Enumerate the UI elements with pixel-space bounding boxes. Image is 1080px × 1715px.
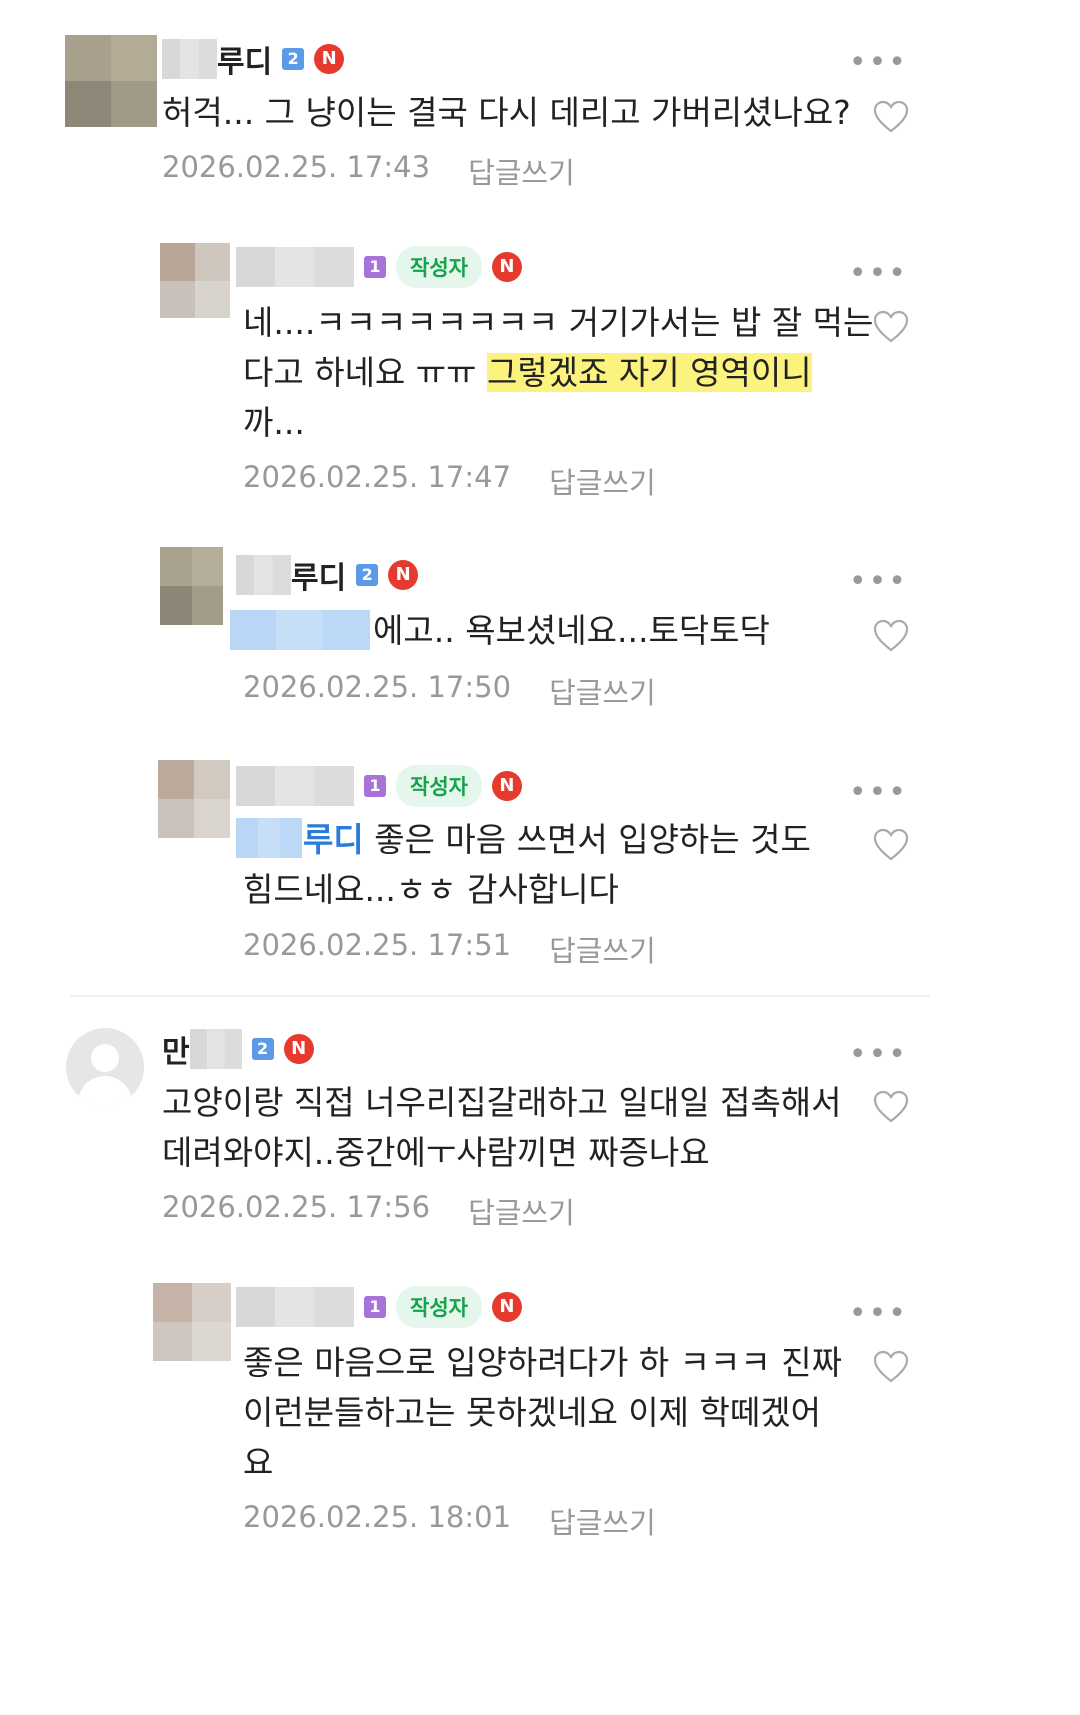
blurred-name <box>236 247 354 287</box>
comment-meta: 2026.02.25. 17:47 답글쓰기 <box>243 460 656 502</box>
highlighted-text: 그렇겠죠 자기 영역이니 <box>487 353 812 392</box>
text-line: 좋은 마음으로 입양하려다가 하 ㅋㅋㅋ 진짜 <box>243 1343 842 1382</box>
reply-button[interactable]: 답글쓰기 <box>549 928 656 970</box>
comment-time: 2026.02.25. 17:56 <box>162 1190 431 1224</box>
more-icon[interactable]: ••• <box>849 45 908 80</box>
more-icon[interactable]: ••• <box>849 775 908 810</box>
heart-icon[interactable] <box>873 1090 909 1124</box>
default-avatar-icon[interactable] <box>66 1028 144 1106</box>
heart-icon[interactable] <box>873 310 909 344</box>
comment-text: 좋은 마음으로 입양하려다가 하 ㅋㅋㅋ 진짜이런분들하고는 못하겠네요 이제 … <box>243 1338 842 1488</box>
blurred-mention <box>230 610 370 650</box>
author-badge: 작성자 <box>396 246 482 288</box>
new-badge-icon: N <box>491 1292 522 1322</box>
avatar[interactable] <box>160 243 230 318</box>
new-badge-icon: N <box>314 44 345 74</box>
comment-meta: 2026.02.25. 17:43 답글쓰기 <box>162 150 575 192</box>
comment-text: 에고.. 욕보셨네요...토닥토닥 <box>373 611 770 650</box>
comment-time: 2026.02.25. 18:01 <box>243 1500 512 1534</box>
reply-button[interactable]: 답글쓰기 <box>549 670 656 712</box>
author-name: 루디 <box>291 561 347 596</box>
level-icon: 1 <box>364 775 386 797</box>
text-line: 좋은 마음 쓰면서 입양하는 것도 <box>363 820 811 859</box>
text-line: 까... <box>243 403 305 442</box>
reply-button[interactable]: 답글쓰기 <box>549 1500 656 1542</box>
reply-button[interactable]: 답글쓰기 <box>549 460 656 502</box>
comment-author[interactable]: 1 작성자 N <box>236 1286 522 1328</box>
more-icon[interactable]: ••• <box>849 256 908 291</box>
comment-text: 고양이랑 직접 너우리집갈래하고 일대일 접촉해서데려와야지..중간에ㅜ사람끼면… <box>162 1078 842 1178</box>
blurred-name <box>236 766 354 806</box>
blurred-name <box>236 555 291 595</box>
text-line: 고양이랑 직접 너우리집갈래하고 일대일 접촉해서 <box>162 1083 842 1122</box>
comment-meta: 2026.02.25. 17:56 답글쓰기 <box>162 1190 575 1232</box>
new-badge-icon: N <box>491 252 522 282</box>
avatar[interactable] <box>65 35 157 127</box>
comment-author[interactable]: 만 2 N <box>162 1028 314 1070</box>
blurred-name <box>189 1029 242 1069</box>
more-icon[interactable]: ••• <box>849 564 908 599</box>
comment-time: 2026.02.25. 17:51 <box>243 928 512 962</box>
avatar[interactable] <box>160 547 223 625</box>
more-icon[interactable]: ••• <box>849 1296 908 1331</box>
comment-meta: 2026.02.25. 18:01 답글쓰기 <box>243 1500 656 1542</box>
author-badge: 작성자 <box>396 1286 482 1328</box>
mention-link[interactable]: 루디 <box>303 820 364 859</box>
heart-icon[interactable] <box>873 1350 909 1384</box>
avatar[interactable] <box>158 760 230 838</box>
new-badge-icon: N <box>283 1034 314 1064</box>
blurred-name <box>162 39 217 79</box>
comment-meta: 2026.02.25. 17:51 답글쓰기 <box>243 928 656 970</box>
text-line: 힘드네요...ㅎㅎ 감사합니다 <box>243 870 619 909</box>
avatar[interactable] <box>153 1283 231 1361</box>
new-badge-icon: N <box>491 771 522 801</box>
heart-icon[interactable] <box>873 100 909 134</box>
new-badge-icon: N <box>388 560 419 590</box>
reply-button[interactable]: 답글쓰기 <box>468 150 575 192</box>
heart-icon[interactable] <box>873 619 909 653</box>
blurred-name <box>236 1287 354 1327</box>
comment-time: 2026.02.25. 17:47 <box>243 460 512 494</box>
author-name: 만 <box>162 1035 190 1070</box>
reply-button[interactable]: 답글쓰기 <box>468 1190 575 1232</box>
comment-meta: 2026.02.25. 17:50 답글쓰기 <box>243 670 656 712</box>
comment-time: 2026.02.25. 17:43 <box>162 150 431 184</box>
text-line: 데려와야지..중간에ㅜ사람끼면 짜증나요 <box>162 1133 710 1172</box>
comment-text: 루디 좋은 마음 쓰면서 입양하는 것도힘드네요...ㅎㅎ 감사합니다 <box>243 815 811 915</box>
level-icon: 2 <box>251 1038 274 1060</box>
comment-author[interactable]: 1 작성자 N <box>236 246 522 288</box>
text-line: 네....ㅋㅋㅋㅋㅋㅋㅋㅋ 거기가서는 밥 잘 먹는 <box>243 303 874 342</box>
comment-author[interactable]: 1 작성자 N <box>236 765 522 807</box>
author-name: 루디 <box>217 45 273 80</box>
level-icon: 1 <box>364 256 386 278</box>
comment-author[interactable]: 루디 2 N <box>236 554 419 596</box>
heart-icon[interactable] <box>873 828 909 862</box>
comment-author[interactable]: 루디 2 N <box>162 38 345 80</box>
level-icon: 2 <box>356 564 379 586</box>
text-line: 다고 하네요 ㅠㅠ <box>243 353 487 392</box>
level-icon: 2 <box>282 48 305 70</box>
comment-text: 네....ㅋㅋㅋㅋㅋㅋㅋㅋ 거기가서는 밥 잘 먹는다고 하네요 ㅠㅠ 그렇겠죠… <box>243 298 873 448</box>
comment-text: 허걱... 그 냥이는 결국 다시 데리고 가버리셨나요? <box>162 93 851 132</box>
level-icon: 1 <box>364 1296 386 1318</box>
comment-divider <box>70 995 930 997</box>
comment-time: 2026.02.25. 17:50 <box>243 670 512 704</box>
more-icon[interactable]: ••• <box>849 1037 908 1072</box>
text-line: 이런분들하고는 못하겠네요 이제 학떼겠어 <box>243 1393 821 1432</box>
author-badge: 작성자 <box>396 765 482 807</box>
text-line: 요 <box>243 1443 274 1482</box>
